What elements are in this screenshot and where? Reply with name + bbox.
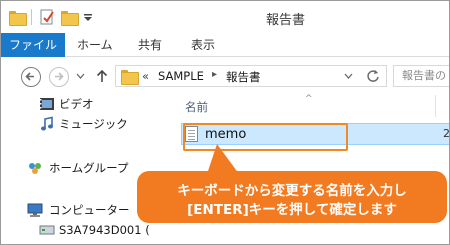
computer-icon bbox=[27, 203, 43, 217]
breadcrumb-sample[interactable]: SAMPLE bbox=[158, 69, 204, 83]
column-divider[interactable] bbox=[435, 95, 436, 117]
refresh-icon[interactable] bbox=[366, 69, 380, 83]
folder-icon bbox=[121, 70, 139, 85]
homegroup-icon bbox=[29, 163, 41, 174]
up-arrow-icon[interactable] bbox=[95, 68, 109, 84]
recent-locations-icon[interactable] bbox=[76, 72, 85, 80]
drive-icon bbox=[39, 225, 55, 235]
properties-icon[interactable] bbox=[39, 9, 55, 25]
window-title: 報告書 bbox=[266, 13, 306, 28]
column-header-name[interactable]: 名前 bbox=[185, 99, 208, 115]
callout-line-2: [ENTER]キーを押して確定します bbox=[187, 202, 397, 218]
ribbon-tabs: ファイル ホーム 共有 表示 bbox=[1, 33, 449, 57]
instruction-callout: キーボードから変更する名前を入力し [ENTER]キーを押して確定します bbox=[137, 171, 447, 223]
breadcrumb-current[interactable]: 報告書 bbox=[226, 69, 261, 85]
address-history-icon[interactable] bbox=[344, 73, 353, 80]
explorer-window: 報告書 ファイル ホーム 共有 表示 « SAMPLE ▸ 報告書 報告書の ビ… bbox=[0, 0, 450, 245]
address-bar[interactable]: « SAMPLE ▸ 報告書 bbox=[115, 65, 387, 87]
nav-item-label: コンピューター bbox=[49, 203, 130, 217]
tab-file[interactable]: ファイル bbox=[1, 33, 65, 57]
nav-item-label: ミュージック bbox=[59, 117, 128, 131]
new-folder-icon[interactable] bbox=[61, 11, 79, 26]
tab-view[interactable]: 表示 bbox=[191, 33, 215, 57]
date-column-value: 2 bbox=[443, 127, 450, 140]
music-icon bbox=[41, 116, 53, 131]
nav-item-label: ビデオ bbox=[59, 97, 94, 111]
customize-toolbar-icon[interactable] bbox=[83, 13, 93, 23]
divider bbox=[31, 9, 32, 25]
folder-icon bbox=[9, 11, 27, 26]
tab-share[interactable]: 共有 bbox=[138, 33, 162, 57]
nav-item-label: ホームグループ bbox=[49, 161, 129, 175]
forward-arrow-icon bbox=[55, 72, 64, 81]
forward-button[interactable] bbox=[49, 67, 69, 87]
address-overflow[interactable]: « bbox=[142, 69, 149, 83]
callout-pointer bbox=[207, 144, 239, 174]
video-icon bbox=[40, 98, 54, 110]
sort-ascending-icon: ^ bbox=[305, 94, 313, 104]
breadcrumb-separator-icon[interactable]: ▸ bbox=[212, 69, 217, 80]
nav-item-label: S3A7943D001 ( bbox=[59, 223, 150, 237]
navigation-bar: « SAMPLE ▸ 報告書 報告書の bbox=[1, 57, 449, 93]
tab-home[interactable]: ホーム bbox=[77, 33, 113, 57]
title-bar: 報告書 bbox=[1, 1, 449, 33]
back-arrow-icon bbox=[25, 72, 34, 81]
callout-line-1: キーボードから変更する名前を入力し bbox=[177, 183, 407, 199]
back-button[interactable] bbox=[21, 67, 41, 87]
search-input[interactable]: 報告書の bbox=[393, 65, 449, 87]
